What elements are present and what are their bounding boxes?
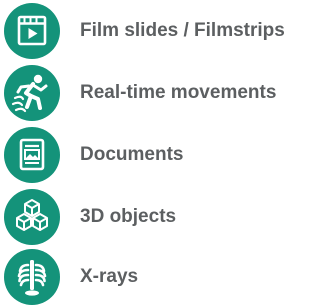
list-item-documents: Documents: [0, 127, 303, 183]
list-item-label: Film slides / Filmstrips: [80, 20, 285, 41]
list-item-film-slides: Film slides / Filmstrips: [0, 3, 303, 59]
list-item-x-rays: X-rays: [0, 249, 303, 305]
list-item-label: Real-time movements: [80, 82, 277, 103]
list-item-3d-objects: 3D objects: [0, 189, 303, 245]
cubes-3d-icon: [4, 189, 60, 245]
feature-list: Film slides / Filmstrips Real-time movem…: [0, 0, 303, 305]
list-item-label: Documents: [80, 144, 184, 165]
list-item-label: X-rays: [80, 266, 139, 287]
running-figure-icon: [4, 65, 60, 121]
list-item-real-time-movements: Real-time movements: [0, 65, 303, 121]
film-slide-icon: [4, 3, 60, 59]
list-item-label: 3D objects: [80, 206, 177, 227]
xray-ribcage-icon: [4, 249, 60, 305]
document-icon: [4, 127, 60, 183]
